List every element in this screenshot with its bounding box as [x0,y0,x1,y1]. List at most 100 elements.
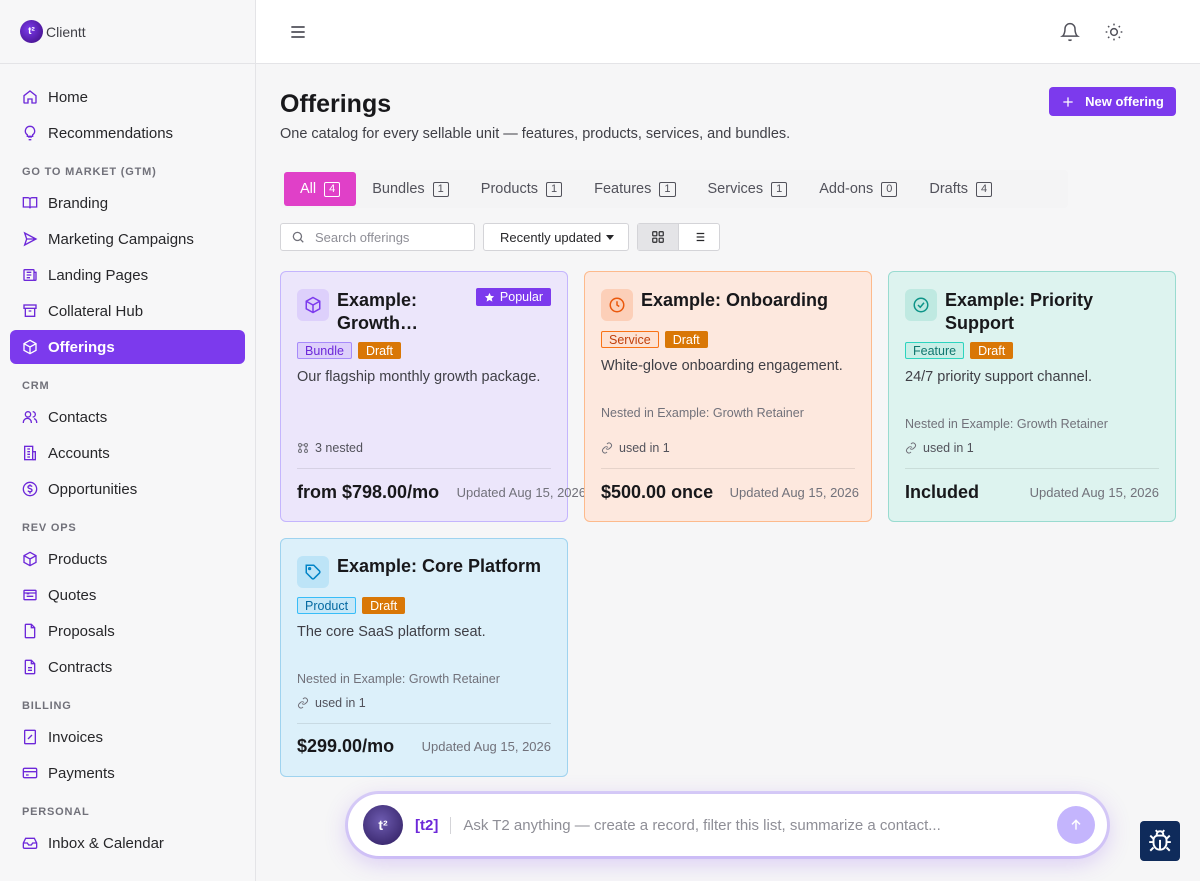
card-title-line: Example: Priority [945,290,1094,310]
sidebar-item-label: Invoices [48,728,104,746]
card-updated: Updated Aug 15, 2026 [1029,485,1159,500]
caret-down-icon [606,235,615,240]
send-button[interactable] [1057,806,1095,844]
card-divider [601,468,855,469]
sidebar-item-offerings[interactable]: Offerings [10,330,245,364]
tab-drafts[interactable]: Drafts 4 [913,172,1008,206]
search-box [280,223,475,251]
sidebar-item-contacts[interactable]: Contacts [10,400,245,434]
assistant-tag: [t2] [415,816,452,834]
sidebar-item-label: Payments [48,764,115,782]
tag-icon [297,556,329,588]
sidebar-item-invoices[interactable]: Invoices [10,720,245,754]
receipt-icon [24,729,36,745]
card-divider [905,468,1159,469]
bell-icon[interactable] [1060,22,1080,42]
sidebar-item-accounts[interactable]: Accounts [10,436,245,470]
sidebar-item-label: Products [48,550,108,568]
card-badges: Feature Draft [905,342,1014,359]
sidebar: t² Clientt Home Recommendations GO TO MA… [0,0,256,881]
sidebar-item-quotes[interactable]: Quotes [10,578,245,612]
sidebar-item-recommendations[interactable]: Recommendations [10,116,245,150]
brand[interactable]: t² Clientt [0,0,255,64]
sidebar-item-branding[interactable]: Branding [10,186,245,220]
popular-label: Popular [499,290,543,304]
bug-report-button[interactable] [1140,821,1180,861]
sidebar-item-payments[interactable]: Payments [10,756,245,790]
tab-all[interactable]: All 4 [284,172,357,206]
offering-card-core-platform[interactable]: Example: Core Platform Product Draft The… [280,538,568,777]
used-in: used in 1 [601,441,670,455]
popular-badge: Popular [475,288,551,306]
nodes-icon [298,443,308,453]
section-title-gtm: GO TO MARKET (GTM) [22,166,157,178]
tab-count: 0 [881,181,898,197]
tab-label: Drafts [929,181,969,197]
sidebar-nav: Home Recommendations GO TO MARKET (GTM) … [0,64,255,860]
type-badge: Feature [905,342,965,359]
menu-icon[interactable] [288,22,308,42]
card-badges: Product Draft [297,597,406,614]
sort-dropdown[interactable]: Recently updated [483,223,629,251]
tab-count: 1 [659,181,676,197]
new-offering-button[interactable]: New offering [1049,87,1176,116]
card-title: Example: Core Platform [337,556,542,576]
sidebar-item-label: Contacts [48,408,108,426]
clock-icon [601,289,633,321]
check-circle-icon [905,289,937,321]
sidebar-item-label: Recommendations [48,124,174,142]
section-title-personal: PERSONAL [22,806,90,818]
search-icon [292,231,304,243]
offering-card-priority-support[interactable]: Example: Priority Support Feature Draft … [888,271,1176,522]
brand-name: Clientt [46,23,86,40]
used-in-label: used in 1 [923,441,974,455]
page-subtitle: One catalog for every sellable unit — fe… [280,126,791,142]
card-price: $299.00/mo [297,736,395,756]
card-updated: Updated Aug 15, 2026 [456,485,586,500]
tab-add-ons[interactable]: Add-ons 0 [803,172,913,206]
sun-icon[interactable] [1104,22,1124,42]
tab-bundles[interactable]: Bundles 1 [356,172,465,206]
sidebar-item-marketing-campaigns[interactable]: Marketing Campaigns [10,222,245,256]
card-price: Included [905,482,980,502]
sidebar-item-landing-pages[interactable]: Landing Pages [10,258,245,292]
sidebar-item-home[interactable]: Home [10,80,245,114]
tab-services[interactable]: Services 1 [692,172,804,206]
page-title: Offerings [280,90,392,118]
grid-view-button[interactable] [638,224,679,250]
offering-card-onboarding[interactable]: Example: Onboarding Service Draft White-… [584,271,872,522]
assistant-input[interactable] [463,816,1044,834]
sidebar-item-opportunities[interactable]: Opportunities [10,472,245,506]
nested-in: Nested in Example: Growth Retainer [601,406,804,420]
offering-card-growth[interactable]: Example: Growth… Popular Bundle Draft Ou… [280,271,586,522]
sidebar-item-label: Home [48,88,89,106]
users-icon [22,411,38,423]
sidebar-item-collateral-hub[interactable]: Collateral Hub [10,294,245,328]
new-offering-label: New offering [1085,94,1164,109]
sidebar-item-inbox-calendar[interactable]: Inbox & Calendar [10,826,245,860]
tab-label: Products [480,181,539,197]
type-badge: Bundle [297,342,352,359]
sidebar-item-contracts[interactable]: Contracts [10,650,245,684]
card-description: The core SaaS platform seat. [297,624,486,640]
assistant-chat-bar: t² [t2] [348,794,1107,856]
tab-features[interactable]: Features 1 [578,172,691,206]
tab-label: Bundles [372,181,425,197]
archive-icon [23,304,37,317]
nested-in: Nested in Example: Growth Retainer [297,672,500,686]
sidebar-item-label: Landing Pages [48,266,149,284]
tab-products[interactable]: Products 1 [465,172,578,206]
tab-label: Features [594,181,652,197]
tab-count: 4 [976,181,993,197]
sidebar-item-label: Marketing Campaigns [48,230,194,248]
sidebar-item-label: Accounts [48,444,110,462]
sidebar-item-proposals[interactable]: Proposals [10,614,245,648]
building-icon [23,445,36,461]
list-view-button[interactable] [679,224,719,250]
search-input[interactable] [315,229,465,245]
status-badge: Draft [357,342,402,359]
package-icon [23,339,37,355]
home-icon [23,90,37,104]
sidebar-item-products[interactable]: Products [10,542,245,576]
status-badge: Draft [362,597,406,614]
